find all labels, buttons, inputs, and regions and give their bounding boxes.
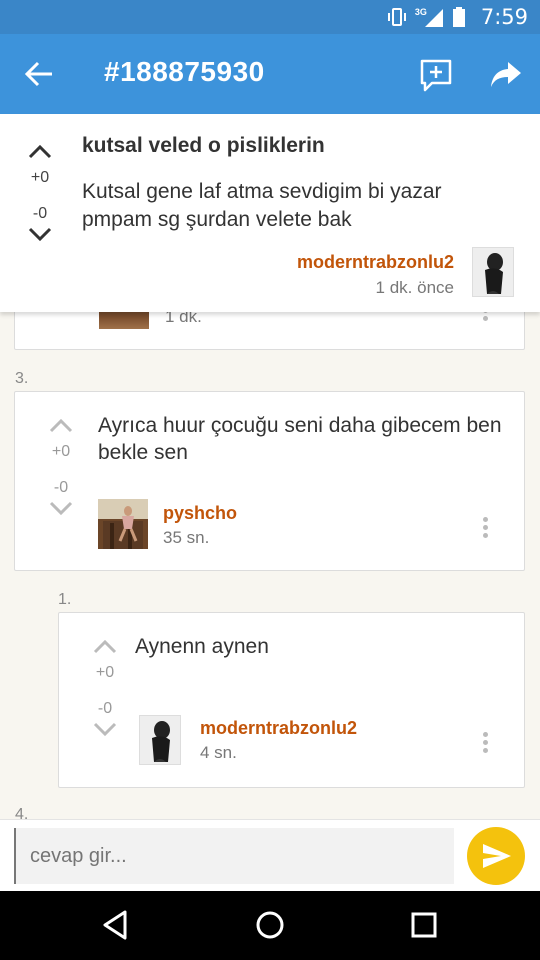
comment-vote: +0 -0 (39, 414, 83, 520)
downvote-count: -0 (53, 479, 69, 496)
nav-home-icon[interactable] (253, 908, 287, 942)
page-title: #188875930 (104, 56, 265, 87)
downvote-icon[interactable] (90, 719, 120, 741)
comment-author[interactable]: pyshcho (163, 503, 237, 524)
clock: 7:59 (480, 5, 528, 29)
more-options-icon[interactable] (475, 514, 495, 544)
comment-text: Aynenn aynen (135, 635, 269, 658)
upvote-count: +0 (95, 664, 115, 681)
thread-time: 1 dk. önce (375, 278, 454, 297)
status-icons: 3G 7:59 (387, 4, 528, 30)
thread-topic[interactable]: kutsal veled o pisliklerin (82, 134, 325, 158)
downvote-icon[interactable] (46, 498, 76, 520)
thread-author[interactable]: moderntrabzonlu2 (297, 252, 454, 273)
battery-icon (452, 7, 465, 27)
add-comment-icon[interactable] (418, 58, 454, 92)
send-button[interactable] (467, 827, 525, 885)
comment-card: +0 -0 Ayrıca huur çocuğu seni daha gibec… (14, 391, 525, 571)
upvote-count: +0 (30, 169, 50, 186)
thread-author-avatar[interactable] (472, 247, 514, 297)
upvote-count: +0 (51, 443, 71, 460)
comment-index: 3. (15, 370, 29, 387)
navigation-bar (0, 891, 540, 960)
comment-author[interactable]: moderntrabzonlu2 (200, 718, 357, 739)
downvote-icon[interactable] (25, 224, 55, 246)
comment-time: 35 sn. (163, 528, 210, 547)
nav-recents-icon[interactable] (407, 908, 441, 942)
nav-back-icon[interactable] (99, 908, 133, 942)
comment-card: +0 -0 Aynenn aynen moderntrabzonlu2 4 sn… (58, 612, 525, 788)
comment-vote: +0 -0 (83, 635, 127, 741)
send-icon (483, 844, 511, 868)
thread-body: Kutsal gene laf atma sevdigim bi yazar p… (82, 180, 442, 231)
more-options-icon[interactable] (475, 729, 495, 759)
vibrate-icon (387, 8, 406, 26)
comment-text: Ayrıca huur çocuğu seni daha gibecem ben… (98, 414, 502, 464)
upvote-icon[interactable] (46, 414, 76, 436)
comment-time: 4 sn. (200, 743, 237, 762)
reply-bar (0, 819, 540, 891)
signal-icon: 3G (415, 7, 445, 27)
thread-header: +0 -0 kutsal veled o pisliklerin Kutsal … (0, 114, 540, 312)
back-arrow-icon[interactable] (22, 56, 58, 92)
share-icon[interactable] (488, 58, 524, 92)
reply-input[interactable] (14, 828, 454, 884)
comment-avatar[interactable] (139, 715, 181, 765)
thread-vote: +0 -0 (18, 140, 62, 246)
upvote-icon[interactable] (90, 635, 120, 657)
comment-avatar[interactable] (98, 499, 148, 549)
downvote-count: -0 (32, 205, 48, 222)
downvote-count: -0 (97, 700, 113, 717)
app-bar: #188875930 (0, 34, 540, 114)
comment-index: 1. (58, 591, 72, 608)
upvote-icon[interactable] (25, 140, 55, 162)
status-bar: 3G 7:59 (0, 0, 540, 34)
